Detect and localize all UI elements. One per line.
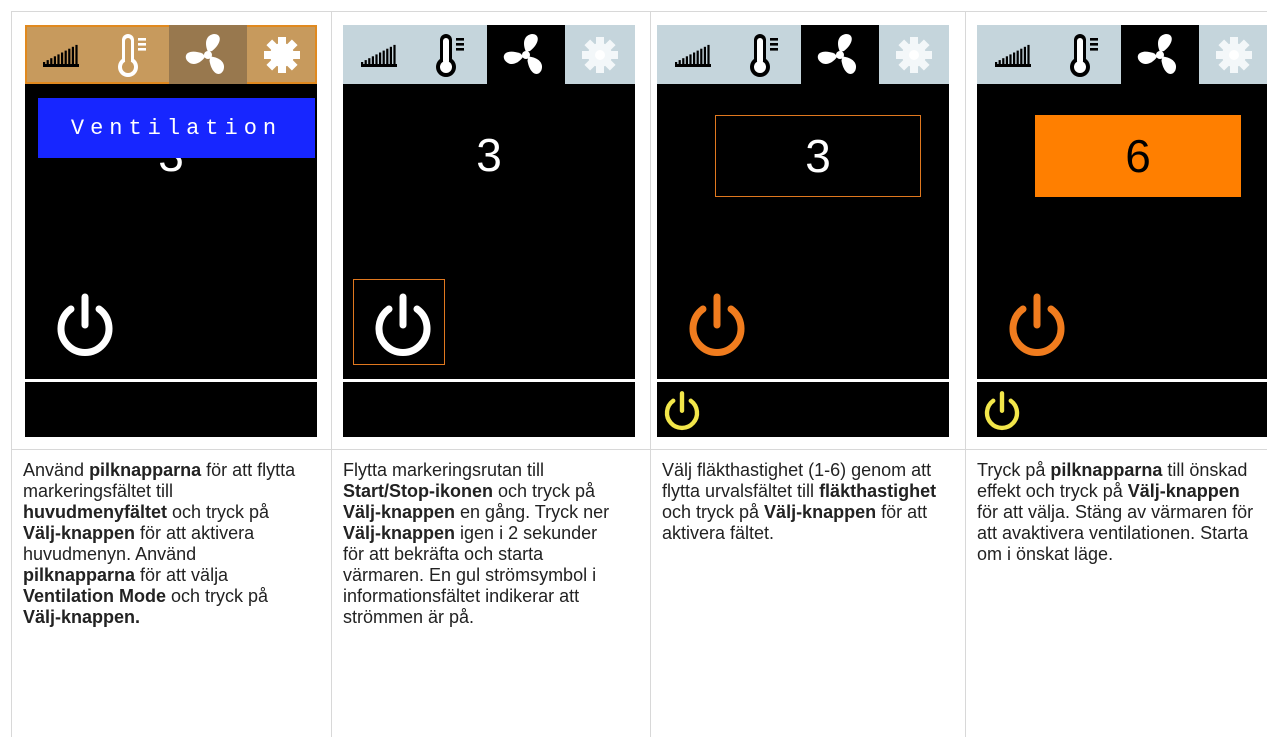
fan-icon [1121, 25, 1199, 84]
power-icon [997, 287, 1077, 367]
info-bar-divider [343, 379, 635, 382]
thermometer-icon [731, 25, 801, 84]
power-icon [45, 287, 125, 367]
gear-icon [247, 25, 317, 84]
fan-speed-field-active: 6 [1035, 115, 1241, 197]
power-icon [677, 287, 757, 367]
main-menu-bar [977, 25, 1267, 84]
fan-icon [169, 25, 247, 84]
instruction-table: 3 Ventilation Använd pilknapparna för at… [11, 11, 1267, 737]
power-status-icon [977, 387, 1027, 437]
main-menu-bar [343, 25, 635, 84]
fan-speed-value: 3 [476, 129, 502, 181]
signal-bars-icon [657, 25, 731, 84]
main-menu-bar [657, 25, 949, 84]
caption-step-3: Välj fläkthastighet (1-6) genom att flyt… [662, 460, 937, 543]
gear-icon [565, 25, 635, 84]
info-bar-divider [657, 379, 949, 382]
caption-step-4: Tryck på pilknapparna till önskad effekt… [977, 460, 1254, 564]
main-menu-bar [25, 25, 317, 84]
fan-speed-value: 3 [805, 130, 831, 182]
fan-speed-field: 3 [715, 115, 921, 197]
gear-icon [1199, 25, 1267, 84]
signal-bars-icon [343, 25, 417, 84]
thermometer-icon [1051, 25, 1121, 84]
heater-screen-2: 3 [343, 25, 635, 437]
info-bar-divider [25, 379, 317, 382]
column-step-2: 3 Flytta markeringsrutan till Start/Stop… [331, 12, 650, 737]
column-step-3: 3 Välj fläkthastighet (1-6) genom att fl… [650, 12, 965, 737]
fan-icon [487, 25, 565, 84]
fan-icon [801, 25, 879, 84]
thermometer-icon [99, 25, 169, 84]
heater-screen-3: 3 [657, 25, 949, 437]
caption-step-2: Flytta markeringsrutan till Start/Stop-i… [343, 460, 610, 627]
column-step-4: 6 Tryck på pilknapparna till önskad effe… [965, 12, 1267, 737]
info-bar-divider [977, 379, 1267, 382]
caption-step-1: Använd pilknapparna för att flytta marke… [23, 460, 296, 627]
signal-bars-icon [977, 25, 1051, 84]
column-step-1: 3 Ventilation Använd pilknapparna för at… [11, 12, 331, 737]
power-icon [363, 287, 443, 367]
fan-speed-value: 6 [1125, 130, 1151, 182]
gear-icon [879, 25, 949, 84]
ventilation-mode-banner: Ventilation [38, 98, 315, 158]
heater-screen-4: 6 [977, 25, 1267, 437]
signal-bars-icon [25, 25, 99, 84]
heater-screen-1: 3 Ventilation [25, 25, 317, 437]
power-status-icon [657, 387, 707, 437]
thermometer-icon [417, 25, 487, 84]
